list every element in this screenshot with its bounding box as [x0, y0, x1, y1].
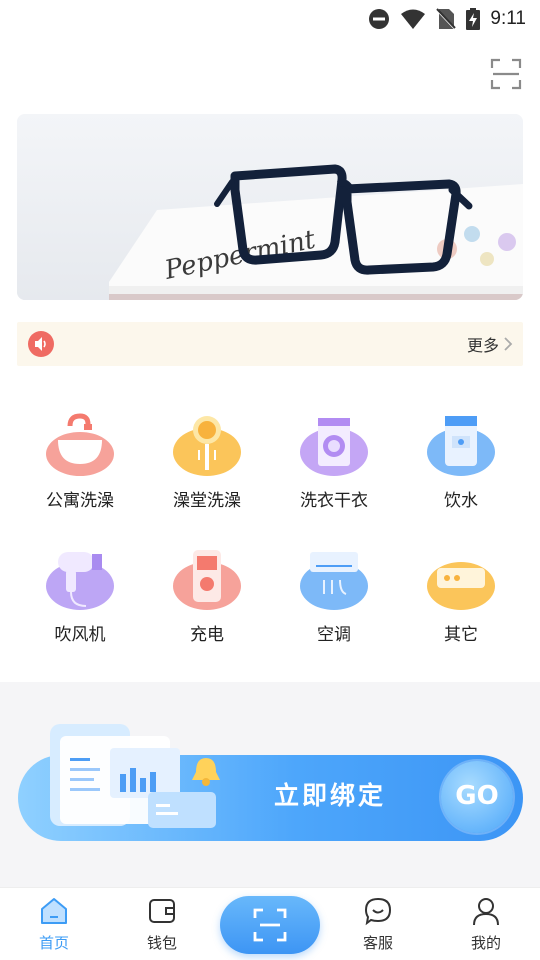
service-label: 澡堂洗澡 — [173, 491, 241, 511]
home-icon — [41, 898, 67, 924]
service-other[interactable]: 其它 — [399, 532, 519, 652]
go-label: GO — [455, 781, 499, 811]
bind-card[interactable]: 立即绑定 GO — [18, 718, 523, 843]
service-bathhouse[interactable]: 澡堂洗澡 — [145, 398, 265, 518]
tab-label: 首页 — [38, 934, 69, 952]
service-label: 充电 — [190, 625, 224, 645]
service-label: 空调 — [317, 625, 351, 645]
water-dispenser-icon — [427, 416, 495, 476]
service-label: 公寓洗澡 — [46, 491, 114, 511]
go-button[interactable]: GO — [441, 761, 513, 833]
charging-icon — [173, 550, 241, 610]
service-label: 洗衣干衣 — [300, 491, 368, 511]
hair-dryer-icon — [46, 552, 114, 610]
no-sim-icon — [436, 8, 457, 30]
service-laundry[interactable]: 洗衣干衣 — [272, 398, 392, 518]
service-charging[interactable]: 充电 — [145, 532, 265, 652]
do-not-disturb-icon — [369, 9, 390, 29]
bind-label: 立即绑定 — [274, 781, 387, 810]
tab-profile[interactable]: 我的 — [441, 888, 531, 960]
more-label: 更多 — [466, 336, 499, 355]
service-label: 饮水 — [444, 491, 478, 511]
tab-service[interactable]: 客服 — [333, 888, 423, 960]
wifi-icon — [401, 9, 426, 29]
scan-icon[interactable] — [490, 58, 522, 90]
tab-label: 我的 — [470, 934, 501, 952]
tab-label: 钱包 — [146, 934, 177, 952]
service-label: 其它 — [444, 625, 478, 645]
more-link[interactable]: 更多 — [467, 322, 513, 366]
shower-icon — [173, 416, 241, 476]
speaker-icon — [28, 331, 54, 357]
service-hair-dryer[interactable]: 吹风机 — [18, 532, 138, 652]
scan-icon — [253, 908, 287, 942]
status-icons: 9:11 — [368, 6, 526, 32]
tab-wallet[interactable]: 钱包 — [117, 888, 207, 960]
chevron-right-icon — [504, 337, 513, 351]
scan-button[interactable] — [220, 896, 320, 954]
tab-home[interactable]: 首页 — [9, 888, 99, 960]
notice-bar[interactable]: 更多 — [17, 322, 523, 366]
chat-icon — [364, 897, 392, 926]
clock: 9:11 — [490, 8, 526, 29]
promo-banner[interactable]: Peppermint — [17, 114, 523, 300]
washing-machine-icon — [300, 418, 368, 476]
card-illustration — [50, 724, 220, 828]
user-icon — [473, 898, 499, 926]
service-label: 吹风机 — [54, 625, 106, 645]
service-air-conditioner[interactable]: 空调 — [272, 532, 392, 652]
battery-charging-icon — [466, 8, 481, 30]
service-apartment-bath[interactable]: 公寓洗澡 — [18, 398, 138, 518]
banner-image: Peppermint — [17, 114, 523, 300]
wallet-icon — [149, 899, 175, 923]
status-bar: 9:11 — [0, 0, 540, 38]
tab-label: 客服 — [362, 934, 393, 952]
bathtub-icon — [46, 413, 114, 476]
router-icon — [427, 549, 495, 610]
service-water[interactable]: 饮水 — [399, 398, 519, 518]
air-conditioner-icon — [300, 552, 368, 610]
